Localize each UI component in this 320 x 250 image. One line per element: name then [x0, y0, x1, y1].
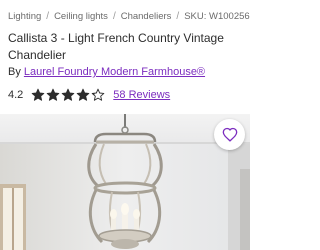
- breadcrumb-item-lighting[interactable]: Lighting: [8, 11, 41, 22]
- product-page: Lighting / Ceiling lights / Chandeliers …: [0, 0, 250, 250]
- heart-icon: [222, 127, 237, 142]
- breadcrumb-separator: /: [176, 11, 180, 22]
- product-image[interactable]: [0, 114, 250, 250]
- chandelier-photo: [0, 114, 250, 250]
- reviews-link[interactable]: 58 Reviews: [113, 89, 170, 101]
- breadcrumb-item-chandeliers[interactable]: Chandeliers: [121, 11, 172, 22]
- breadcrumb-separator: /: [46, 11, 50, 22]
- sku-label: SKU: W100256126: [184, 11, 250, 22]
- star-icon: [31, 88, 45, 101]
- rating-row: 4.2 58 Reviews: [8, 86, 170, 104]
- star-icon: [46, 88, 60, 101]
- breadcrumb-item-ceiling-lights[interactable]: Ceiling lights: [54, 11, 108, 22]
- breadcrumb: Lighting / Ceiling lights / Chandeliers …: [8, 11, 250, 22]
- star-rating: [31, 88, 106, 102]
- star-icon: [61, 88, 75, 101]
- brand-byline: By Laurel Foundry Modern Farmhouse®: [8, 66, 248, 78]
- star-icon: [91, 88, 105, 101]
- product-title: Callista 3 - Light French Country Vintag…: [8, 31, 224, 62]
- by-label: By: [8, 66, 21, 78]
- rating-value: 4.2: [8, 89, 24, 101]
- star-icon: [76, 88, 90, 101]
- favorite-button[interactable]: [214, 119, 245, 150]
- brand-link[interactable]: Laurel Foundry Modern Farmhouse®: [24, 66, 205, 78]
- breadcrumb-separator: /: [112, 11, 116, 22]
